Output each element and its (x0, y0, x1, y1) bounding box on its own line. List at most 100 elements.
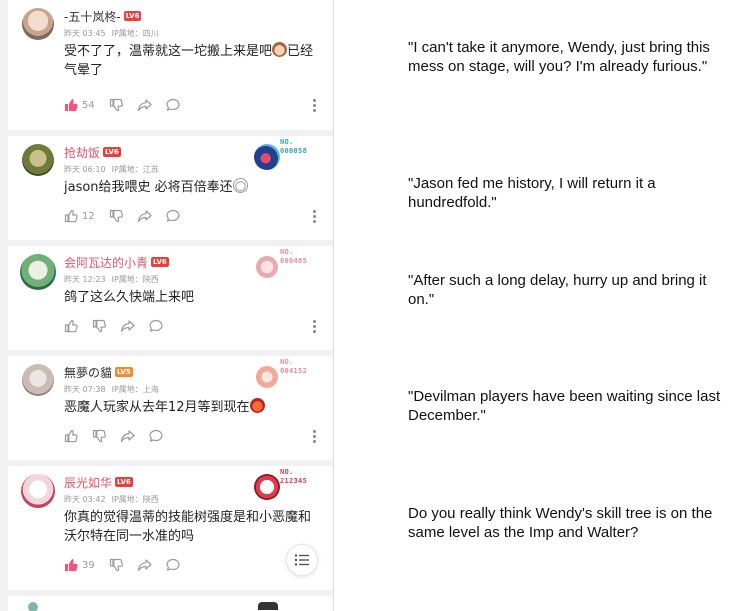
badge-no-label: NO. (280, 358, 294, 366)
like-button[interactable] (64, 319, 78, 333)
share-button[interactable] (137, 209, 152, 223)
white-hair-girl-avatar[interactable] (21, 474, 55, 508)
dislike-button[interactable] (92, 319, 106, 333)
badge-number: 212345 (280, 477, 308, 485)
blue-dragon-badge-icon (254, 144, 280, 170)
more-options-icon[interactable] (310, 97, 318, 113)
comment-actions (64, 318, 177, 334)
comment-card: 無夢の貓 LV5 NO. 004152 昨天 07:38 IP属地：上海 恶魔人… (8, 356, 332, 460)
pink-character-badge-icon (256, 256, 278, 278)
translation-5: Do you really think Wendy's skill tree i… (408, 505, 713, 541)
comment-meta: 昨天 03:45 IP属地：四川 (64, 28, 159, 39)
level-badge: LV5 (115, 367, 133, 377)
thumbs-down-icon (109, 209, 123, 223)
comment-meta: 昨天 03:42 IP属地：陕西 (64, 494, 159, 505)
anime-girl-avatar[interactable] (22, 8, 54, 40)
comment-card: -五十岚柊- LV6 昨天 03:45 IP属地：四川 受不了了，温蒂就这一坨搬… (8, 0, 332, 130)
badge-no-label: NO. (280, 248, 294, 256)
share-button[interactable] (137, 558, 152, 572)
comment-time: 昨天 03:42 (64, 495, 106, 504)
more-options-icon[interactable] (310, 318, 318, 334)
dislike-button[interactable] (109, 209, 123, 223)
like-button[interactable]: 12 (64, 209, 95, 223)
comment-bubble-icon (166, 558, 180, 571)
like-button[interactable]: 54 (64, 98, 95, 112)
username[interactable]: 会阿瓦达的小青 (64, 254, 148, 271)
username[interactable]: -五十岚柊- (64, 8, 121, 25)
green-character-avatar[interactable] (20, 254, 56, 290)
share-button[interactable] (137, 98, 152, 112)
ip-location: IP属地：陕西 (111, 275, 159, 284)
dislike-button[interactable] (109, 98, 123, 112)
share-icon (137, 99, 152, 112)
translation-4: "Devilman players have been waiting sinc… (408, 388, 721, 424)
comment-card: 辰光如华 LV6 NO. 212345 昨天 03:42 IP属地：陕西 你真的… (8, 466, 332, 590)
comment-text-main: 恶魔人玩家从去年12月等到现在 (64, 400, 250, 415)
comment-card-partial (8, 596, 332, 611)
comment-text: 你真的觉得温蒂的技能树强度是和小恶魔和沃尔特在同一水准的吗 (64, 508, 322, 546)
share-icon (137, 210, 152, 223)
more-options-icon[interactable] (310, 208, 318, 224)
username[interactable]: 無夢の貓 (64, 364, 112, 381)
comment-text-main: 受不了了，温蒂就这一坨搬上来是吧 (64, 44, 273, 59)
comment-bubble-icon (149, 319, 163, 332)
thumbs-down-icon (92, 319, 106, 333)
leaf-character-avatar[interactable] (22, 144, 54, 176)
comment-text: 鸽了这么久快端上来吧 (64, 288, 324, 307)
like-button[interactable]: 39 (64, 558, 95, 572)
translation-3: "After such a long delay, hurry up and b… (408, 272, 707, 308)
partial-badge-icon (258, 602, 278, 610)
comment-meta: 昨天 06:10 IP属地：江苏 (64, 164, 159, 175)
dislike-button[interactable] (109, 558, 123, 572)
more-options-icon[interactable] (310, 428, 318, 444)
reply-button[interactable] (149, 319, 163, 333)
comment-time: 昨天 07:38 (64, 385, 106, 394)
reply-button[interactable] (166, 98, 180, 112)
thumbs-up-icon (64, 429, 78, 443)
reply-button[interactable] (149, 429, 163, 443)
reply-button[interactable] (166, 209, 180, 223)
like-count: 12 (82, 210, 95, 222)
fan-badge: NO. 000058 (254, 136, 330, 172)
fan-badge: NO. 212345 (254, 466, 330, 502)
thumbs-down-icon (92, 429, 106, 443)
share-button[interactable] (120, 319, 135, 333)
cat-avatar[interactable] (22, 364, 54, 396)
level-badge: LV6 (115, 477, 133, 487)
thumbs-up-icon (65, 559, 78, 571)
username[interactable]: 抢劫饭 (64, 144, 100, 161)
comment-actions: 54 (64, 97, 194, 113)
comment-text: 恶魔人玩家从去年12月等到现在 (64, 398, 324, 417)
red-character-badge-icon (254, 474, 280, 500)
comment-time: 昨天 06:10 (64, 165, 106, 174)
comment-bubble-icon (166, 98, 180, 111)
comment-card: 会阿瓦达的小青 LV6 NO. 000485 昨天 12:23 IP属地：陕西 … (8, 246, 332, 350)
badge-no-label: NO. (280, 138, 294, 146)
comment-time: 昨天 03:45 (64, 29, 106, 38)
comment-text-main: 鸽了这么久快端上来吧 (64, 290, 195, 305)
comment-text-main: jason给我喂史 必将百倍奉还 (64, 180, 233, 195)
badge-no-label: NO. (280, 468, 294, 476)
like-button[interactable] (64, 429, 78, 443)
comment-feed: -五十岚柊- LV6 昨天 03:45 IP属地：四川 受不了了，温蒂就这一坨搬… (0, 0, 334, 611)
comment-text-main: 你真的觉得温蒂的技能树强度是和小恶魔和沃尔特在同一水准的吗 (64, 510, 312, 544)
share-button[interactable] (120, 429, 135, 443)
floating-menu-button[interactable] (286, 544, 318, 576)
pink-flower-badge-icon (256, 366, 278, 388)
comment-meta: 昨天 07:38 IP属地：上海 (64, 384, 159, 395)
ip-location: IP属地：四川 (111, 29, 159, 38)
comment-actions: 39 (64, 557, 194, 573)
ip-location: IP属地：上海 (111, 385, 159, 394)
username[interactable]: 辰光如华 (64, 474, 112, 491)
share-icon (120, 320, 135, 333)
thumbs-down-icon (109, 558, 123, 572)
dislike-button[interactable] (92, 429, 106, 443)
thumbs-up-icon (65, 99, 78, 111)
list-menu-icon (294, 554, 309, 566)
fan-badge: NO. 000485 (254, 246, 330, 282)
thumbs-up-icon (64, 319, 78, 333)
ip-location: IP属地：江苏 (111, 165, 159, 174)
level-badge: LV6 (103, 147, 121, 157)
share-icon (120, 430, 135, 443)
reply-button[interactable] (166, 558, 180, 572)
